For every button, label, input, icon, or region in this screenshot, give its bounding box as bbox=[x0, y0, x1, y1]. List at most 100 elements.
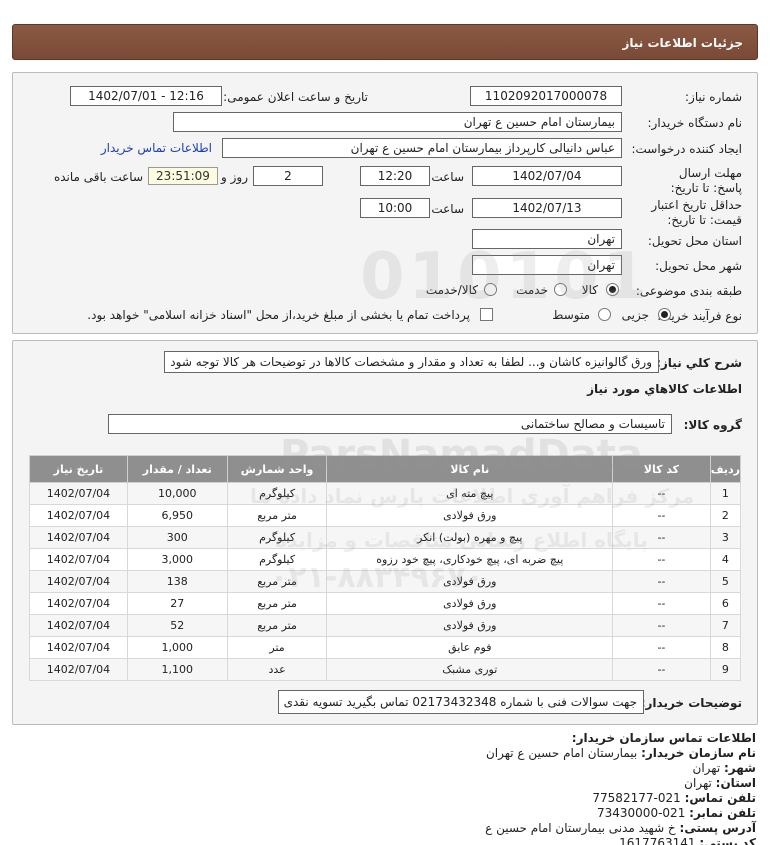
buyer-org-label: نام دستگاه خریدار: bbox=[647, 116, 743, 130]
validity-label: حداقل تاریخ اعتبار قیمت: تا تاریخ: bbox=[651, 198, 742, 227]
deadline-label: مهلت ارسال پاسخ: تا تاریخ: bbox=[670, 166, 742, 195]
cell-goods-name: توری مشبک bbox=[326, 658, 614, 681]
cell-quantity: 1,100 bbox=[126, 658, 228, 681]
cell-row-number: 4 bbox=[709, 548, 742, 571]
cell-quantity: 6,950 bbox=[126, 504, 228, 527]
deadline-date-field: 1402/07/04 bbox=[472, 166, 622, 186]
goods-group-field: تاسیسات و مصالح ساختمانی bbox=[108, 414, 672, 434]
contact-title: اطلاعات تماس سازمان خریدار: bbox=[571, 731, 756, 745]
cell-need-date: 1402/07/04 bbox=[29, 614, 128, 637]
cell-goods-code: -- bbox=[612, 636, 711, 659]
cell-goods-name: پیچ ضربه ای، پیچ خودکاری، پیچ خود رزوه bbox=[326, 548, 614, 571]
contact-row: تلفن نمابر: 021-73430000 bbox=[16, 806, 756, 821]
cell-quantity: 10,000 bbox=[126, 482, 228, 505]
col-goods-code: کد کالا bbox=[612, 455, 711, 483]
cell-goods-code: -- bbox=[612, 658, 711, 681]
contact-row-value: تهران bbox=[692, 761, 721, 775]
items-table-body: 1 -- پیچ مته ای کیلوگرم 10,000 1402/07/04 2 -- و… bbox=[29, 482, 742, 681]
remaining-time-display: 23:51:09 bbox=[148, 167, 218, 185]
cell-unit: متر bbox=[226, 636, 328, 659]
category-option-service: خدمت bbox=[516, 283, 548, 297]
contact-row-value: 021-73430000 bbox=[597, 806, 686, 820]
province-field: تهران bbox=[472, 229, 622, 249]
contact-rows: نام سازمان خریدار: بیمارستان امام حسین ع… bbox=[16, 746, 756, 845]
category-option-goods: کالا bbox=[581, 283, 598, 297]
cell-unit: متر مربع bbox=[226, 504, 328, 527]
items-table-header: ردیف کد کالا نام کالا واحد شمارش تعداد /… bbox=[29, 455, 742, 483]
cell-need-date: 1402/07/04 bbox=[29, 636, 128, 659]
cell-row-number: 1 bbox=[709, 482, 742, 505]
cell-row-number: 2 bbox=[709, 504, 742, 527]
table-row: 1 -- پیچ مته ای کیلوگرم 10,000 1402/07/04 bbox=[29, 482, 742, 505]
description-field: ورق گالوانیزه کاشان و... لطفا به تعداد و… bbox=[164, 351, 659, 373]
table-row: 2 -- ورق فولادی متر مربع 6,950 1402/07/04 bbox=[29, 504, 742, 527]
cell-need-date: 1402/07/04 bbox=[29, 570, 128, 593]
contact-row-label: شهر: bbox=[724, 761, 756, 775]
cell-goods-code: -- bbox=[612, 504, 711, 527]
deadline-time-label: ساعت bbox=[431, 170, 464, 184]
deadline-time-field: 12:20 bbox=[360, 166, 430, 186]
process-option-medium: متوسط bbox=[552, 308, 590, 322]
cell-need-date: 1402/07/04 bbox=[29, 548, 128, 571]
page-header: جزئیات اطلاعات نیاز bbox=[12, 24, 758, 60]
contact-row: نام سازمان خریدار: بیمارستان امام حسین ع… bbox=[16, 746, 756, 761]
buyer-contact-link[interactable]: اطلاعات تماس خریدار bbox=[101, 141, 212, 155]
cell-unit: کیلوگرم bbox=[226, 548, 328, 571]
cell-row-number: 8 bbox=[709, 636, 742, 659]
process-option-minor: جزیی bbox=[621, 308, 649, 322]
category-option-goods-service: کالا/خدمت bbox=[425, 283, 478, 297]
requester-label: ایجاد کننده درخواست: bbox=[631, 142, 742, 156]
category-radio-goods-service[interactable] bbox=[484, 283, 497, 296]
items-table: ردیف کد کالا نام کالا واحد شمارش تعداد /… bbox=[29, 455, 742, 681]
cell-goods-name: ورق فولادی bbox=[326, 504, 614, 527]
contact-row: استان: تهران bbox=[16, 776, 756, 791]
description-label: شرح کلي نياز: bbox=[656, 356, 742, 370]
cell-quantity: 52 bbox=[126, 614, 228, 637]
requester-field: عباس دانیالی کارپرداز بیمارستان امام حسی… bbox=[222, 138, 622, 158]
process-radio-medium[interactable] bbox=[598, 308, 611, 321]
need-number-label: شماره نیاز: bbox=[685, 90, 742, 104]
cell-goods-code: -- bbox=[612, 548, 711, 571]
cell-row-number: 9 bbox=[709, 658, 742, 681]
table-row: 4 -- پیچ ضربه ای، پیچ خودکاری، پیچ خود رزو… bbox=[29, 548, 742, 571]
cell-row-number: 6 bbox=[709, 592, 742, 615]
table-row: 8 -- فوم عایق متر 1,000 1402/07/04 bbox=[29, 636, 742, 659]
validity-date-field: 1402/07/13 bbox=[472, 198, 622, 218]
treasury-payment-note: پرداخت تمام یا بخشی از مبلغ خرید،از محل … bbox=[87, 308, 470, 322]
cell-row-number: 5 bbox=[709, 570, 742, 593]
process-radio-minor[interactable] bbox=[658, 308, 671, 321]
cell-goods-name: پیچ مته ای bbox=[326, 482, 614, 505]
days-remaining-field: 2 bbox=[253, 166, 323, 186]
contact-row-label: نام سازمان خریدار: bbox=[641, 746, 756, 760]
cell-unit: کیلوگرم bbox=[226, 482, 328, 505]
category-radio-goods[interactable] bbox=[606, 283, 619, 296]
contact-row-value: 1617763141 bbox=[619, 836, 696, 845]
buyer-notes-label: توضیحات خریدار: bbox=[640, 696, 742, 710]
col-row-number: ردیف bbox=[709, 455, 742, 483]
announce-field: 1402/07/01 - 12:16 bbox=[70, 86, 222, 106]
need-number-field: 1102092017000078 bbox=[470, 86, 622, 106]
contact-row: تلفن تماس: 021-77582177 bbox=[16, 791, 756, 806]
contact-row-value: 021-77582177 bbox=[592, 791, 681, 805]
buyer-notes-field: جهت سوالات فنی با شماره 02173432348 تماس… bbox=[278, 690, 644, 714]
cell-goods-name: فوم عایق bbox=[326, 636, 614, 659]
days-label: روز و bbox=[221, 170, 248, 184]
cell-goods-name: ورق فولادی bbox=[326, 570, 614, 593]
cell-quantity: 138 bbox=[126, 570, 228, 593]
contact-row-value: خ شهید مدنی بیمارستان امام حسین ع bbox=[485, 821, 676, 835]
page-title: جزئیات اطلاعات نیاز bbox=[622, 36, 743, 50]
contact-row: آدرس پستی: خ شهید مدنی بیمارستان امام حس… bbox=[16, 821, 756, 836]
contact-info: اطلاعات تماس سازمان خریدار: نام سازمان خ… bbox=[16, 731, 756, 845]
category-radio-service[interactable] bbox=[554, 283, 567, 296]
table-row: 3 -- پیچ و مهره (بولت) انکر کیلوگرم 300 1402/… bbox=[29, 526, 742, 549]
cell-need-date: 1402/07/04 bbox=[29, 526, 128, 549]
cell-unit: متر مربع bbox=[226, 614, 328, 637]
cell-need-date: 1402/07/04 bbox=[29, 482, 128, 505]
treasury-payment-checkbox[interactable] bbox=[480, 308, 493, 321]
cell-goods-code: -- bbox=[612, 570, 711, 593]
cell-unit: متر مربع bbox=[226, 592, 328, 615]
cell-goods-name: ورق فولادی bbox=[326, 592, 614, 615]
items-section-title: اطلاعات كالاهاي مورد نياز bbox=[587, 382, 742, 396]
contact-row-value: تهران bbox=[684, 776, 712, 790]
announce-label: تاریخ و ساعت اعلان عمومی: bbox=[223, 90, 368, 104]
